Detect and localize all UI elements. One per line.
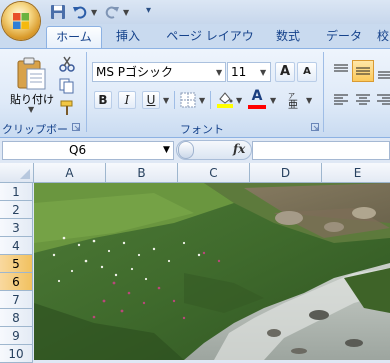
select-all-button[interactable] bbox=[0, 163, 34, 183]
row-header-6[interactable]: 6 bbox=[0, 273, 33, 291]
embedded-landscape-picture[interactable] bbox=[34, 183, 390, 360]
align-center-icon[interactable] bbox=[354, 92, 372, 108]
row-header-4[interactable]: 4 bbox=[0, 237, 33, 255]
svg-text:ア: ア bbox=[288, 92, 295, 100]
cut-icon[interactable] bbox=[59, 56, 75, 72]
svg-text:亜: 亜 bbox=[288, 100, 298, 110]
group-separator bbox=[86, 52, 87, 132]
align-top-icon[interactable] bbox=[332, 62, 350, 78]
undo-dropdown-icon[interactable]: ▼ bbox=[91, 8, 97, 17]
formula-input[interactable] bbox=[252, 141, 390, 160]
align-bottom-icon[interactable] bbox=[377, 64, 390, 80]
column-header-b[interactable]: B bbox=[106, 163, 178, 183]
tab-formulas[interactable]: 数式 bbox=[268, 26, 308, 47]
column-header-d[interactable]: D bbox=[250, 163, 322, 183]
insert-function-icon[interactable]: fx bbox=[233, 142, 249, 158]
grow-font-button[interactable]: A bbox=[275, 62, 295, 82]
name-box[interactable]: Q6 ▼ bbox=[2, 141, 174, 160]
align-middle-button[interactable] bbox=[352, 60, 374, 82]
redo-icon[interactable] bbox=[104, 4, 120, 20]
row-header-3[interactable]: 3 bbox=[0, 219, 33, 237]
name-box-dropdown-icon[interactable]: ▼ bbox=[163, 142, 170, 159]
save-icon[interactable] bbox=[50, 4, 66, 20]
paste-icon[interactable] bbox=[14, 56, 48, 90]
row-header-7[interactable]: 7 bbox=[0, 291, 33, 309]
row-header-1[interactable]: 1 bbox=[0, 183, 33, 201]
font-size-dropdown-icon[interactable]: ▼ bbox=[260, 68, 266, 77]
row-header-10[interactable]: 10 bbox=[0, 345, 33, 363]
expand-collapse-handle[interactable] bbox=[178, 141, 194, 159]
row-header-9[interactable]: 9 bbox=[0, 327, 33, 345]
font-name-dropdown-icon[interactable]: ▼ bbox=[216, 68, 222, 77]
office-logo-icon bbox=[13, 13, 29, 29]
font-color-dropdown-icon[interactable]: ▼ bbox=[270, 96, 276, 105]
column-header-c[interactable]: C bbox=[178, 163, 250, 183]
shrink-font-button[interactable]: A bbox=[297, 62, 317, 82]
bold-button[interactable]: B bbox=[94, 91, 112, 109]
office-button[interactable] bbox=[2, 2, 40, 40]
font-color-swatch bbox=[248, 105, 266, 109]
phonetic-guide-icon[interactable]: ア 亜 bbox=[285, 90, 303, 110]
row-header-8[interactable]: 8 bbox=[0, 309, 33, 327]
paste-dropdown-icon[interactable]: ▼ bbox=[28, 105, 34, 114]
name-box-value: Q6 bbox=[69, 143, 87, 157]
group-separator-2 bbox=[323, 52, 324, 132]
underline-button[interactable]: U bbox=[142, 91, 160, 109]
font-group-label: フォント bbox=[180, 123, 224, 136]
select-all-triangle-icon bbox=[20, 169, 30, 179]
tab-review[interactable]: 校 bbox=[376, 26, 390, 47]
fill-color-dropdown-icon[interactable]: ▼ bbox=[236, 96, 242, 105]
row-header-2[interactable]: 2 bbox=[0, 201, 33, 219]
format-painter-icon[interactable] bbox=[59, 100, 75, 116]
align-right-icon[interactable] bbox=[376, 92, 390, 108]
font-name-combo[interactable]: MS Pゴシック bbox=[92, 62, 226, 82]
undo-icon[interactable] bbox=[72, 4, 88, 20]
borders-icon[interactable] bbox=[180, 92, 196, 108]
font-name-value: MS Pゴシック bbox=[96, 65, 174, 79]
align-left-icon[interactable] bbox=[332, 92, 350, 108]
font-separator-2 bbox=[210, 91, 211, 109]
customize-qat-icon[interactable]: ▾ bbox=[146, 5, 151, 16]
tab-page-layout[interactable]: ページ レイアウト bbox=[162, 26, 258, 64]
column-header-a[interactable]: A bbox=[34, 163, 106, 183]
borders-dropdown-icon[interactable]: ▼ bbox=[199, 96, 205, 105]
font-color-button[interactable]: A bbox=[248, 88, 266, 104]
redo-dropdown-icon[interactable]: ▼ bbox=[123, 8, 129, 17]
tab-data[interactable]: データ bbox=[322, 26, 366, 47]
underline-dropdown-icon[interactable]: ▼ bbox=[163, 96, 169, 105]
column-header-e[interactable]: E bbox=[322, 163, 390, 183]
row-header-5[interactable]: 5 bbox=[0, 255, 33, 273]
font-size-value: 11 bbox=[231, 65, 247, 79]
font-separator bbox=[174, 91, 175, 109]
italic-button[interactable]: I bbox=[118, 91, 136, 109]
clipboard-dialog-launcher-icon[interactable] bbox=[72, 123, 80, 131]
phonetic-dropdown-icon[interactable]: ▼ bbox=[306, 96, 312, 105]
tab-home[interactable]: ホーム bbox=[46, 26, 102, 48]
tab-insert[interactable]: 挿入 bbox=[108, 26, 148, 47]
copy-icon[interactable] bbox=[59, 78, 75, 94]
font-dialog-launcher-icon[interactable] bbox=[311, 123, 319, 131]
align-middle-icon bbox=[356, 67, 370, 75]
fill-color-icon[interactable] bbox=[216, 90, 234, 108]
